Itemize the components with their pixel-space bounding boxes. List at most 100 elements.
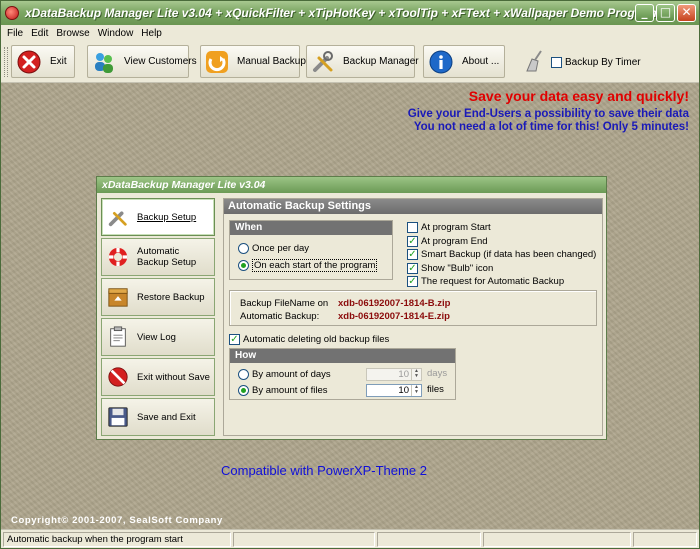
auto-delete-box[interactable]: ✓ (229, 334, 240, 345)
filename-value-end: xdb-06192007-1814-E.zip (338, 311, 450, 322)
once-per-day-label: Once per day (252, 243, 310, 254)
auto-delete-checkbox[interactable]: ✓ Automatic deleting old backup files (229, 334, 389, 345)
exit-label: Exit (50, 56, 67, 67)
tools-icon (107, 206, 129, 228)
days-unit: days (427, 368, 448, 379)
check-program-start[interactable]: At program Start (407, 221, 596, 234)
request-automatic-box[interactable]: ✓ (407, 276, 418, 287)
days-value: 10 (398, 369, 409, 380)
lifebuoy-icon (107, 246, 129, 268)
when-group: When Once per day On each start of the p… (229, 220, 393, 280)
days-spinner[interactable]: 10 ▲ ▼ (366, 368, 422, 381)
by-files-label: By amount of files (252, 385, 328, 396)
settings-panel: Automatic Backup Settings When Once per … (223, 198, 603, 436)
stop-icon (107, 366, 129, 388)
about-button[interactable]: About ... (423, 45, 505, 78)
how-heading: How (230, 349, 455, 363)
exit-button[interactable]: Exit (11, 45, 75, 78)
sidebar-restore-backup-label: Restore Backup (137, 291, 205, 303)
slogan-line-1: Give your End-Users a possibility to sav… (407, 108, 689, 120)
status-text: Automatic backup when the program start (3, 532, 231, 547)
by-days-option[interactable]: By amount of days (238, 369, 331, 380)
program-end-box[interactable]: ✓ (407, 235, 418, 247)
days-spinner-arrows[interactable]: ▲ ▼ (411, 369, 421, 380)
view-customers-button[interactable]: View Customers (87, 45, 197, 78)
auto-delete-label: Automatic deleting old backup files (243, 334, 390, 345)
compatibility-text: Compatible with PowerXP-Theme 2 (221, 463, 427, 478)
check-smart-backup[interactable]: ✓ Smart Backup (if data has been changed… (407, 248, 596, 261)
maximize-button[interactable]: □ (656, 4, 675, 22)
manual-backup-button[interactable]: Manual Backup (200, 45, 306, 78)
app-window: xDataBackup Manager Lite v3.04 + xQuickF… (0, 0, 700, 549)
customers-icon (92, 49, 116, 75)
status-panel-5 (633, 532, 697, 547)
dialog-title[interactable]: xDataBackup Manager Lite v3.04 (97, 177, 606, 193)
filename-box: Backup FileName on xdb-06192007-1814-B.z… (229, 290, 597, 326)
each-start-option[interactable]: On each start of the program (238, 259, 378, 272)
files-spinner-arrows[interactable]: ▲ ▼ (411, 385, 421, 396)
menu-browse[interactable]: Browse (52, 28, 93, 39)
log-icon (107, 326, 129, 348)
sidebar-backup-setup[interactable]: Backup Setup (101, 198, 215, 236)
filename-label-1: Backup FileName on (240, 298, 329, 309)
program-end-label: At program End (421, 235, 488, 247)
sidebar-view-log[interactable]: View Log (101, 318, 215, 356)
title-bar[interactable]: xDataBackup Manager Lite v3.04 + xQuickF… (1, 1, 699, 25)
manual-backup-label: Manual Backup (237, 56, 306, 67)
by-files-option[interactable]: By amount of files (238, 385, 328, 396)
files-spinner[interactable]: 10 ▲ ▼ (366, 384, 422, 397)
status-panel-2 (233, 532, 375, 547)
each-start-radio[interactable] (238, 260, 249, 271)
menu-window[interactable]: Window (94, 28, 138, 39)
trigger-checkboxes: At program Start ✓ At program End ✓ Smar… (407, 221, 596, 289)
menu-edit[interactable]: Edit (27, 28, 52, 39)
close-button[interactable]: ✕ (677, 4, 696, 22)
client-area: Save your data easy and quickly! Give yo… (1, 83, 699, 529)
once-per-day-option[interactable]: Once per day (238, 243, 309, 254)
panel-title: Automatic Backup Settings (224, 199, 602, 214)
request-automatic-label: The request for Automatic Backup (421, 276, 565, 287)
backup-by-timer-box[interactable] (551, 57, 562, 68)
app-icon (5, 6, 19, 20)
status-bar: Automatic backup when the program start (1, 529, 699, 548)
sidebar-backup-setup-label: Backup Setup (137, 211, 197, 223)
sidebar-exit-without-save[interactable]: Exit without Save (101, 358, 215, 396)
toolbar-grip[interactable] (4, 47, 8, 77)
check-program-end[interactable]: ✓ At program End (407, 235, 596, 248)
once-per-day-radio[interactable] (238, 243, 249, 254)
backup-manager-dialog: xDataBackup Manager Lite v3.04 Backup Se… (96, 176, 607, 440)
exit-icon (16, 49, 42, 75)
check-request-automatic[interactable]: ✓ The request for Automatic Backup (407, 275, 596, 288)
sidebar-automatic-backup-setup[interactable]: Automatic Backup Setup (101, 238, 215, 276)
menu-file[interactable]: File (1, 28, 27, 39)
tools-icon (311, 49, 335, 75)
window-controls: _ □ ✕ (635, 4, 696, 22)
by-files-radio[interactable] (238, 385, 249, 396)
status-panel-3 (377, 532, 481, 547)
copyright-text: Copyright© 2001-2007, SealSoft Company (11, 515, 223, 526)
show-bulb-box[interactable]: ✓ (407, 262, 418, 274)
by-days-radio[interactable] (238, 369, 249, 380)
sidebar-save-and-exit[interactable]: Save and Exit (101, 398, 215, 436)
filename-row-begin: Backup FileName on xdb-06192007-1814-B.z… (240, 298, 450, 309)
sidebar-restore-backup[interactable]: Restore Backup (101, 278, 215, 316)
backup-manager-label: Backup Manager (343, 56, 419, 67)
sidebar-save-and-exit-label: Save and Exit (137, 411, 196, 423)
each-start-label: On each start of the program (252, 259, 378, 272)
backup-manager-button[interactable]: Backup Manager (306, 45, 419, 78)
backup-by-timer-checkbox[interactable]: Backup By Timer (551, 57, 641, 68)
program-start-box[interactable] (407, 222, 418, 233)
smart-backup-box[interactable]: ✓ (407, 249, 418, 260)
sidebar-view-log-label: View Log (137, 331, 176, 343)
minimize-button[interactable]: _ (635, 4, 654, 22)
files-value: 10 (398, 385, 409, 396)
check-show-bulb[interactable]: ✓ Show "Bulb" icon (407, 262, 596, 275)
info-icon (428, 49, 454, 75)
menu-help[interactable]: Help (137, 28, 166, 39)
headline: Save your data easy and quickly! (468, 88, 689, 104)
slogan-line-2: You not need a lot of time for this! Onl… (413, 121, 689, 133)
program-start-label: At program Start (421, 222, 491, 233)
window-title: xDataBackup Manager Lite v3.04 + xQuickF… (25, 6, 657, 20)
backup-by-timer-label: Backup By Timer (565, 57, 641, 68)
filename-label-2: Automatic Backup: (240, 311, 320, 322)
